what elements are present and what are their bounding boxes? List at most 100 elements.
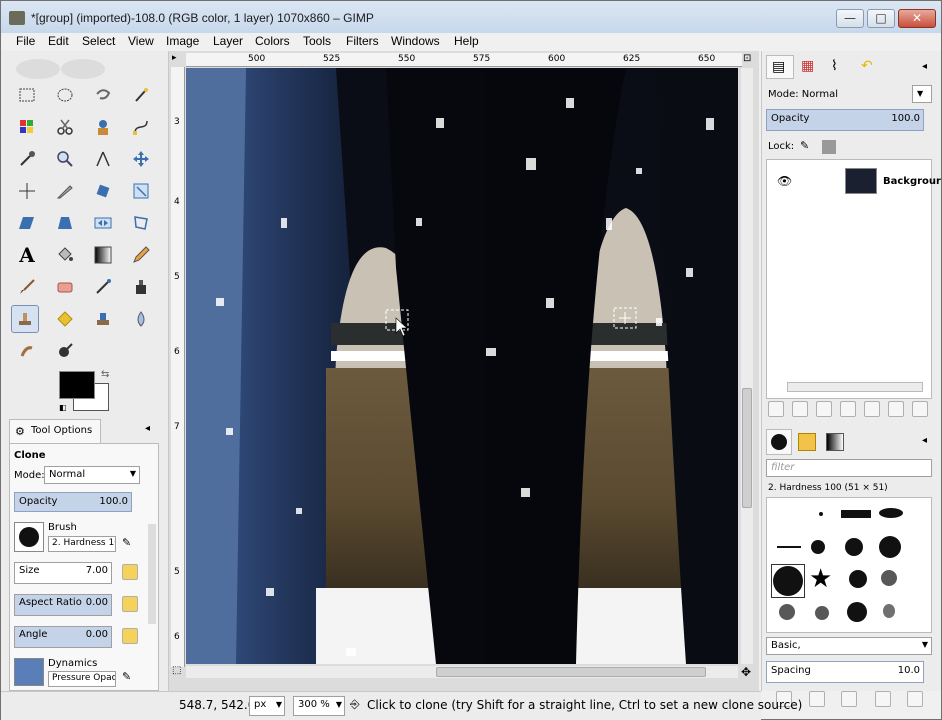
spacing-slider[interactable]: Spacing 10.0 xyxy=(766,661,924,683)
delete-brush-icon[interactable] xyxy=(875,691,891,707)
zoom-to-fit-icon[interactable]: ✥ xyxy=(741,665,751,679)
rect-select-tool[interactable] xyxy=(13,81,41,109)
dynamics-preview[interactable] xyxy=(14,658,44,686)
move-tool[interactable] xyxy=(127,145,155,173)
zoom-tool[interactable] xyxy=(51,145,79,173)
edit-brush-icon[interactable]: ✎ xyxy=(122,536,131,549)
heal-tool[interactable] xyxy=(51,305,79,333)
menu-help[interactable]: Help xyxy=(454,34,479,48)
options-scrollbar[interactable] xyxy=(148,524,156,624)
close-button[interactable]: ✕ xyxy=(898,9,936,28)
patterns-tab[interactable] xyxy=(794,429,820,455)
navigate-icon[interactable]: ⊡ xyxy=(743,53,751,64)
horizontal-ruler[interactable]: 500 525 550 575 600 625 650 xyxy=(186,53,742,67)
text-tool[interactable]: A xyxy=(13,241,41,269)
crop-tool[interactable] xyxy=(51,177,79,205)
lower-layer-icon[interactable] xyxy=(840,401,856,417)
duplicate-layer-icon[interactable] xyxy=(864,401,880,417)
layers-tab[interactable]: ▤ xyxy=(766,55,794,79)
clone-tool[interactable] xyxy=(11,305,39,333)
gradients-tab[interactable] xyxy=(822,429,848,455)
dodge-burn-tool[interactable] xyxy=(51,337,79,365)
perspective-tool[interactable] xyxy=(51,209,79,237)
menu-file[interactable]: File xyxy=(16,34,35,48)
by-color-select-tool[interactable] xyxy=(13,113,41,141)
ink-tool[interactable] xyxy=(127,273,155,301)
brushes-grid[interactable]: ★ xyxy=(766,497,932,633)
foreground-select-tool[interactable] xyxy=(89,113,117,141)
brushes-menu-arrow-icon[interactable]: ◂ xyxy=(922,435,927,446)
brush-filter-input[interactable]: filter xyxy=(766,459,932,477)
layer-mode-dropdown[interactable]: ▼ xyxy=(912,85,932,103)
brush-name-field[interactable]: 2. Hardness 10 xyxy=(48,536,116,552)
channels-tab[interactable]: ▦ xyxy=(796,55,824,79)
align-tool[interactable] xyxy=(13,177,41,205)
dynamics-field[interactable]: Pressure Opac xyxy=(48,671,116,687)
cage-tool[interactable] xyxy=(127,209,155,237)
foreground-color-swatch[interactable] xyxy=(59,371,95,399)
fuzzy-select-tool[interactable] xyxy=(127,81,155,109)
undo-tab[interactable]: ↶ xyxy=(856,55,884,79)
minimize-button[interactable]: — xyxy=(836,9,864,28)
paths-tab[interactable]: ⌇ xyxy=(826,55,854,79)
new-layer-group-icon[interactable] xyxy=(792,401,808,417)
quick-mask-toggle-icon[interactable]: ⬚ xyxy=(172,665,181,676)
horizontal-scrollbar[interactable] xyxy=(186,666,738,678)
horizontal-scroll-thumb[interactable] xyxy=(436,667,706,677)
panel-menu-arrow-icon[interactable]: ◂ xyxy=(145,423,150,434)
airbrush-tool[interactable] xyxy=(89,273,117,301)
mode-dropdown[interactable]: Normal ▼ xyxy=(44,466,140,484)
selected-brush-cell[interactable] xyxy=(771,564,805,598)
quick-mask-menu-icon[interactable]: ▸ xyxy=(172,53,177,63)
edit-dynamics-icon[interactable]: ✎ xyxy=(122,670,131,683)
smudge-tool[interactable] xyxy=(13,337,41,365)
tool-options-tab[interactable]: ⚙ Tool Options xyxy=(9,419,101,443)
new-layer-icon[interactable] xyxy=(768,401,784,417)
shear-tool[interactable] xyxy=(13,209,41,237)
ellipse-select-tool[interactable] xyxy=(51,81,79,109)
reset-angle-icon[interactable] xyxy=(122,628,138,644)
vertical-scrollbar[interactable] xyxy=(741,68,753,664)
menu-image[interactable]: Image xyxy=(166,34,199,48)
brush-tag-input[interactable]: Basic, ▼ xyxy=(766,637,932,655)
menu-colors[interactable]: Colors xyxy=(255,34,290,48)
paintbrush-tool[interactable] xyxy=(13,273,41,301)
pencil-tool[interactable] xyxy=(127,241,155,269)
anchor-layer-icon[interactable] xyxy=(888,401,904,417)
lock-pixels-icon[interactable]: ✎ xyxy=(800,139,809,152)
color-picker-tool[interactable] xyxy=(13,145,41,173)
dock-menu-arrow-icon[interactable]: ◂ xyxy=(922,61,927,72)
angle-field[interactable]: Angle 0.00 xyxy=(14,626,112,648)
aspect-ratio-field[interactable]: Aspect Ratio 0.00 xyxy=(14,594,112,616)
menu-view[interactable]: View xyxy=(128,34,154,48)
eraser-tool[interactable] xyxy=(51,273,79,301)
flip-tool[interactable] xyxy=(89,209,117,237)
blend-tool[interactable] xyxy=(89,241,117,269)
layers-scrollbar[interactable] xyxy=(787,382,923,392)
opacity-slider[interactable]: Opacity 100.0 xyxy=(14,492,132,512)
vertical-ruler[interactable]: 3 4 5 6 7 5 6 xyxy=(171,67,185,667)
reset-size-icon[interactable] xyxy=(122,564,138,580)
default-colors-icon[interactable]: ◧ xyxy=(59,403,67,412)
raise-layer-icon[interactable] xyxy=(816,401,832,417)
rotate-tool[interactable] xyxy=(89,177,117,205)
brush-preview[interactable] xyxy=(14,522,44,552)
unit-dropdown[interactable]: px ▼ xyxy=(249,696,285,716)
swap-colors-icon[interactable]: ⇆ xyxy=(101,369,109,380)
eye-visibility-icon[interactable]: 👁 xyxy=(777,174,792,188)
scissors-tool[interactable] xyxy=(51,113,79,141)
layer-opacity-slider[interactable]: Opacity 100.0 xyxy=(766,109,924,131)
reset-aspect-icon[interactable] xyxy=(122,596,138,612)
vertical-scroll-thumb[interactable] xyxy=(742,388,752,508)
delete-layer-icon[interactable] xyxy=(912,401,928,417)
layer-row[interactable]: 👁 Backgrour xyxy=(767,164,941,200)
menu-layer[interactable]: Layer xyxy=(213,34,243,48)
menu-select[interactable]: Select xyxy=(82,34,115,48)
menu-tools[interactable]: Tools xyxy=(303,34,331,48)
lock-alpha-icon[interactable] xyxy=(822,140,836,154)
perspective-clone-tool[interactable] xyxy=(89,305,117,333)
size-field[interactable]: Size 7.00 xyxy=(14,562,112,584)
scale-tool[interactable] xyxy=(127,177,155,205)
duplicate-brush-icon[interactable] xyxy=(841,691,857,707)
measure-tool[interactable] xyxy=(89,145,117,173)
